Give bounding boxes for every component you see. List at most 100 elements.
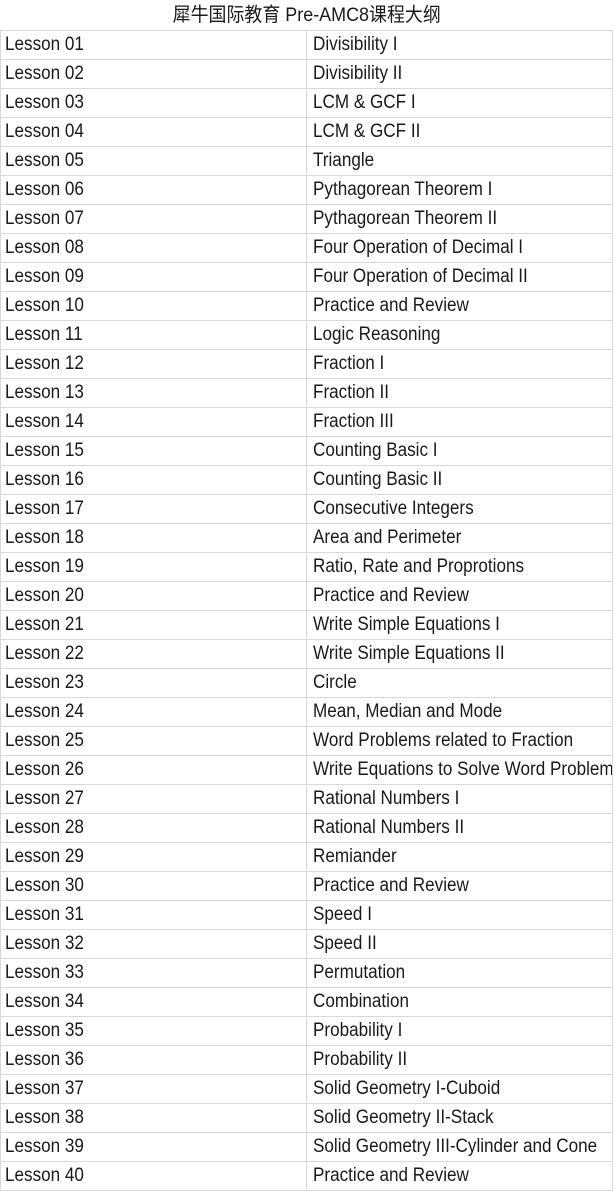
lesson-number-text: Lesson 07 bbox=[5, 208, 84, 229]
lesson-number-cell: Lesson 01 bbox=[0, 30, 307, 60]
lesson-number-cell: Lesson 21 bbox=[0, 610, 307, 640]
table-row: Lesson 09 Four Operation of Decimal II bbox=[0, 262, 613, 292]
lesson-topic-cell: Fraction III bbox=[306, 407, 613, 437]
lesson-topic-cell: Four Operation of Decimal I bbox=[306, 233, 613, 263]
lesson-topic-cell: Four Operation of Decimal II bbox=[306, 262, 613, 292]
lesson-topic-cell: Mean, Median and Mode bbox=[306, 697, 613, 727]
syllabus-table-body: 犀牛国际教育 Pre-AMC8课程大纲 Lesson 01 Divisibilit… bbox=[0, 0, 613, 1191]
lesson-number-cell: Lesson 11 bbox=[0, 320, 307, 350]
page-title-text: 犀牛国际教育 Pre-AMC8课程大纲 bbox=[172, 4, 441, 26]
lesson-number-text: Lesson 26 bbox=[5, 759, 84, 780]
lesson-number-text: Lesson 32 bbox=[5, 933, 84, 954]
lesson-number-text: Lesson 18 bbox=[5, 527, 84, 548]
lesson-number-text: Lesson 09 bbox=[5, 266, 84, 287]
lesson-number-text: Lesson 25 bbox=[5, 730, 84, 751]
lesson-topic-text: Probability I bbox=[313, 1020, 403, 1041]
lesson-number-cell: Lesson 35 bbox=[0, 1016, 307, 1046]
lesson-topic-text: Write Simple Equations I bbox=[313, 614, 500, 635]
table-row: Lesson 05 Triangle bbox=[0, 146, 613, 176]
lesson-number-text: Lesson 27 bbox=[5, 788, 84, 809]
lesson-topic-text: Combination bbox=[313, 991, 410, 1012]
table-row: Lesson 12 Fraction I bbox=[0, 349, 613, 379]
lesson-number-text: Lesson 21 bbox=[5, 614, 84, 635]
lesson-topic-text: Logic Reasoning bbox=[313, 324, 441, 345]
lesson-topic-text: Speed II bbox=[313, 933, 377, 954]
lesson-number-cell: Lesson 17 bbox=[0, 494, 307, 524]
lesson-topic-cell: Solid Geometry I-Cuboid bbox=[306, 1074, 613, 1104]
lesson-number-text: Lesson 06 bbox=[5, 179, 84, 200]
lesson-number-cell: Lesson 07 bbox=[0, 204, 307, 234]
lesson-topic-text: Fraction I bbox=[313, 353, 385, 374]
lesson-topic-cell: Word Problems related to Fraction bbox=[306, 726, 613, 756]
lesson-topic-cell: Solid Geometry III-Cylinder and Cone bbox=[306, 1132, 613, 1162]
lesson-topic-cell: Speed I bbox=[306, 900, 613, 930]
lesson-topic-cell: Practice and Review bbox=[306, 871, 613, 901]
syllabus-title-row: 犀牛国际教育 Pre-AMC8课程大纲 bbox=[0, 0, 613, 31]
lesson-topic-text: Remiander bbox=[313, 846, 397, 867]
lesson-number-cell: Lesson 36 bbox=[0, 1045, 307, 1075]
table-row: Lesson 21 Write Simple Equations I bbox=[0, 610, 613, 640]
lesson-number-text: Lesson 24 bbox=[5, 701, 84, 722]
table-row: Lesson 27 Rational Numbers I bbox=[0, 784, 613, 814]
lesson-topic-text: LCM & GCF II bbox=[313, 121, 421, 142]
table-row: Lesson 36 Probability II bbox=[0, 1045, 613, 1075]
lesson-topic-text: Divisibility II bbox=[313, 63, 403, 84]
table-row: Lesson 18 Area and Perimeter bbox=[0, 523, 613, 553]
lesson-topic-cell: Remiander bbox=[306, 842, 613, 872]
lesson-number-text: Lesson 22 bbox=[5, 643, 84, 664]
lesson-topic-text: Triangle bbox=[313, 150, 375, 171]
table-row: Lesson 34 Combination bbox=[0, 987, 613, 1017]
lesson-topic-cell: Probability II bbox=[306, 1045, 613, 1075]
table-row: Lesson 35 Probability I bbox=[0, 1016, 613, 1046]
lesson-number-text: Lesson 15 bbox=[5, 440, 84, 461]
lesson-number-cell: Lesson 40 bbox=[0, 1161, 307, 1191]
lesson-topic-cell: Practice and Review bbox=[306, 291, 613, 321]
table-row: Lesson 01 Divisibility I bbox=[0, 30, 613, 60]
lesson-topic-text: Write Simple Equations II bbox=[313, 643, 505, 664]
table-row: Lesson 23 Circle bbox=[0, 668, 613, 698]
lesson-number-cell: Lesson 27 bbox=[0, 784, 307, 814]
lesson-topic-cell: Rational Numbers II bbox=[306, 813, 613, 843]
lesson-topic-cell: Pythagorean Theorem I bbox=[306, 175, 613, 205]
lesson-number-text: Lesson 04 bbox=[5, 121, 84, 142]
lesson-number-text: Lesson 31 bbox=[5, 904, 84, 925]
lesson-number-text: Lesson 03 bbox=[5, 92, 84, 113]
lesson-number-cell: Lesson 37 bbox=[0, 1074, 307, 1104]
lesson-topic-text: Fraction III bbox=[313, 411, 394, 432]
lesson-topic-cell: Practice and Review bbox=[306, 581, 613, 611]
lesson-topic-text: Word Problems related to Fraction bbox=[313, 730, 574, 751]
table-row: Lesson 17 Consecutive Integers bbox=[0, 494, 613, 524]
table-row: Lesson 30 Practice and Review bbox=[0, 871, 613, 901]
course-syllabus-table: 犀牛国际教育 Pre-AMC8课程大纲 Lesson 01 Divisibilit… bbox=[0, 0, 613, 1191]
table-row: Lesson 22 Write Simple Equations II bbox=[0, 639, 613, 669]
table-row: Lesson 32 Speed II bbox=[0, 929, 613, 959]
lesson-number-cell: Lesson 09 bbox=[0, 262, 307, 292]
lesson-topic-cell: Permutation bbox=[306, 958, 613, 988]
lesson-topic-cell: Counting Basic II bbox=[306, 465, 613, 495]
lesson-number-cell: Lesson 14 bbox=[0, 407, 307, 437]
table-row: Lesson 38 Solid Geometry II-Stack bbox=[0, 1103, 613, 1133]
lesson-number-text: Lesson 28 bbox=[5, 817, 84, 838]
lesson-topic-cell: Speed II bbox=[306, 929, 613, 959]
lesson-number-cell: Lesson 23 bbox=[0, 668, 307, 698]
lesson-topic-text: Circle bbox=[313, 672, 357, 693]
lesson-topic-cell: Rational Numbers I bbox=[306, 784, 613, 814]
lesson-topic-cell: Logic Reasoning bbox=[306, 320, 613, 350]
lesson-number-cell: Lesson 26 bbox=[0, 755, 307, 785]
lesson-topic-text: Four Operation of Decimal I bbox=[313, 237, 524, 258]
lesson-topic-cell: LCM & GCF I bbox=[306, 88, 613, 118]
lesson-number-text: Lesson 36 bbox=[5, 1049, 84, 1070]
lesson-number-text: Lesson 37 bbox=[5, 1078, 84, 1099]
lesson-topic-text: Counting Basic II bbox=[313, 469, 443, 490]
lesson-topic-cell: Combination bbox=[306, 987, 613, 1017]
lesson-number-cell: Lesson 38 bbox=[0, 1103, 307, 1133]
lesson-topic-cell: Fraction I bbox=[306, 349, 613, 379]
lesson-topic-cell: Pythagorean Theorem II bbox=[306, 204, 613, 234]
table-row: Lesson 08 Four Operation of Decimal I bbox=[0, 233, 613, 263]
lesson-number-text: Lesson 19 bbox=[5, 556, 84, 577]
table-row: Lesson 28 Rational Numbers II bbox=[0, 813, 613, 843]
lesson-number-cell: Lesson 24 bbox=[0, 697, 307, 727]
table-row: Lesson 15 Counting Basic I bbox=[0, 436, 613, 466]
lesson-number-cell: Lesson 12 bbox=[0, 349, 307, 379]
lesson-topic-text: Counting Basic I bbox=[313, 440, 438, 461]
